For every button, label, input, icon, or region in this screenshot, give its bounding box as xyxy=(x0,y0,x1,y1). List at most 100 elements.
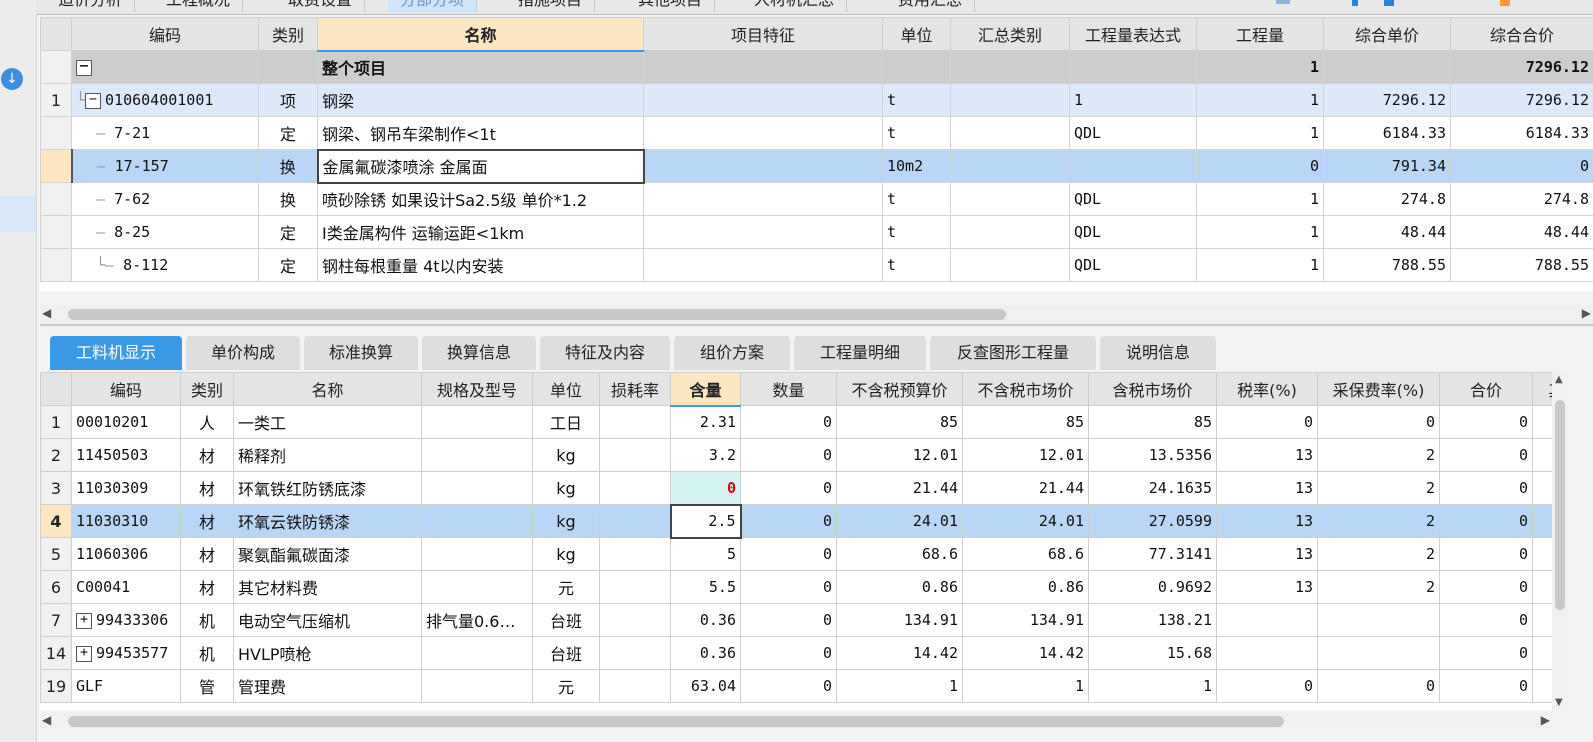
loss-rate-cell[interactable] xyxy=(599,537,671,571)
unit-cell[interactable]: kg xyxy=(532,504,600,538)
summary-cell[interactable] xyxy=(950,248,1070,282)
content-cell[interactable]: 0.36 xyxy=(670,603,741,637)
code-cell[interactable]: 11450503 xyxy=(71,438,181,472)
quantity-cell[interactable]: 0 xyxy=(740,537,837,571)
price-cell[interactable]: 791.34 xyxy=(1323,149,1451,183)
header-name[interactable]: 名称 xyxy=(233,372,422,406)
price-cell[interactable]: 274.8 xyxy=(1323,182,1451,216)
table-row[interactable]: 19 GLF 管管理费元 63.04 0 1 1 1 0 0 0 xyxy=(40,669,1552,703)
header-extra[interactable]: 其 xyxy=(1532,372,1552,406)
name-cell[interactable]: HVLP喷枪 xyxy=(233,636,422,670)
flag-icon[interactable] xyxy=(1500,0,1510,6)
type-cell[interactable]: 材 xyxy=(180,537,234,571)
expr-cell[interactable]: QDL xyxy=(1069,248,1197,282)
loss-rate-cell[interactable] xyxy=(599,669,671,703)
loss-rate-cell[interactable] xyxy=(599,405,671,439)
price-cell[interactable] xyxy=(1323,50,1451,84)
type-cell[interactable]: 项 xyxy=(258,83,318,117)
table-row[interactable]: 7 +99433306 机电动空气压缩机 排气量0.6… 台班 0.36 0 134.91 13… xyxy=(40,603,1552,637)
market-price-tax-cell[interactable]: 13.5356 xyxy=(1088,438,1217,472)
tax-rate-cell[interactable]: 0 xyxy=(1216,405,1318,439)
summary-cell[interactable] xyxy=(950,149,1070,183)
list-icon[interactable] xyxy=(1276,0,1290,4)
budget-price-cell[interactable]: 1 xyxy=(836,669,963,703)
code-cell[interactable]: — 7-62 xyxy=(71,182,259,216)
price-cell[interactable]: 788.55 xyxy=(1323,248,1451,282)
table-row[interactable]: 5 11060306 材聚氨酯氟碳面漆 kg 5 0 68.6 68.6 77.3141 13 2 0 xyxy=(40,537,1552,571)
subtotal-cell[interactable]: 0 xyxy=(1439,438,1533,472)
budget-price-cell[interactable]: 24.01 xyxy=(836,504,963,538)
unit-cell[interactable]: t xyxy=(882,248,951,282)
scroll-left-icon[interactable]: ◀ xyxy=(42,306,51,320)
code-cell[interactable]: — 8-25 xyxy=(71,215,259,249)
price-cell[interactable]: 48.44 xyxy=(1323,215,1451,249)
subtotal-cell[interactable]: 0 xyxy=(1439,669,1533,703)
type-cell[interactable]: 换 xyxy=(258,182,318,216)
loss-rate-cell[interactable] xyxy=(599,438,671,472)
table-row[interactable]: — 7-62 换 喷砂除锈 如果设计Sa2.5级 单价*1.2 t QDL 1 … xyxy=(40,182,1593,216)
tab-unit-price-composition[interactable]: 单价构成 xyxy=(186,336,300,370)
procurement-rate-cell[interactable]: 2 xyxy=(1317,570,1440,604)
tab-cost-analysis[interactable]: 造价分析 xyxy=(46,0,136,12)
subtotal-cell[interactable]: 0 xyxy=(1439,405,1533,439)
unit-cell[interactable] xyxy=(882,50,951,84)
type-cell[interactable] xyxy=(258,50,318,84)
budget-price-cell[interactable]: 0.86 xyxy=(836,570,963,604)
name-cell[interactable]: 聚氨酯氟碳面漆 xyxy=(233,537,422,571)
spec-cell[interactable] xyxy=(421,438,533,472)
content-cell[interactable]: 2.5 xyxy=(669,503,742,539)
scroll-left-icon[interactable]: ◀ xyxy=(42,713,51,727)
code-cell[interactable]: GLF xyxy=(71,669,181,703)
header-type[interactable]: 类别 xyxy=(258,17,318,51)
qty-cell[interactable]: 1 xyxy=(1196,50,1324,84)
table-row[interactable]: 6 C00041 材其它材料费元 5.5 0 0.86 0.86 0.9692 13 2 0 xyxy=(40,570,1552,604)
market-price-cell[interactable]: 21.44 xyxy=(962,471,1089,505)
quantity-cell[interactable]: 0 xyxy=(740,603,837,637)
header-unit-price[interactable]: 综合单价 xyxy=(1323,17,1451,51)
market-price-cell[interactable]: 68.6 xyxy=(962,537,1089,571)
header-type[interactable]: 类别 xyxy=(180,372,234,406)
total-cell[interactable]: 7296.12 xyxy=(1450,83,1593,117)
spec-cell[interactable] xyxy=(421,570,533,604)
content-cell[interactable]: 0 xyxy=(670,471,741,505)
header-tax-rate[interactable]: 税率(%) xyxy=(1216,372,1318,406)
unit-cell[interactable]: 工日 xyxy=(532,405,600,439)
unit-cell[interactable]: t xyxy=(882,215,951,249)
name-cell[interactable]: 钢梁、钢吊车梁制作<1t xyxy=(317,116,644,150)
code-cell[interactable]: 11030309 xyxy=(71,471,181,505)
tab-project-overview[interactable]: 工程概况 xyxy=(154,0,244,12)
procurement-rate-cell[interactable]: 2 xyxy=(1317,471,1440,505)
tax-rate-cell[interactable]: 13 xyxy=(1216,504,1318,538)
lower-horizontal-scrollbar[interactable]: ◀ ▶ xyxy=(40,712,1552,730)
content-cell[interactable]: 2.31 xyxy=(670,405,741,439)
name-cell[interactable]: 电动空气压缩机 xyxy=(233,603,422,637)
market-price-cell[interactable]: 85 xyxy=(962,405,1089,439)
extra-cell[interactable] xyxy=(1532,669,1552,703)
unit-cell[interactable]: t xyxy=(882,116,951,150)
tax-rate-cell[interactable]: 13 xyxy=(1216,570,1318,604)
tab-cost-summary[interactable]: 费用汇总 xyxy=(886,0,976,12)
content-cell[interactable]: 63.04 xyxy=(670,669,741,703)
header-qty-expr[interactable]: 工程量表达式 xyxy=(1069,17,1197,51)
type-cell[interactable]: 材 xyxy=(180,570,234,604)
market-price-tax-cell[interactable]: 15.68 xyxy=(1088,636,1217,670)
market-price-tax-cell[interactable]: 1 xyxy=(1088,669,1217,703)
extra-cell[interactable] xyxy=(1532,636,1552,670)
quantity-cell[interactable]: 0 xyxy=(740,405,837,439)
budget-price-cell[interactable]: 134.91 xyxy=(836,603,963,637)
header-code[interactable]: 编码 xyxy=(71,372,181,406)
name-cell[interactable]: 喷砂除锈 如果设计Sa2.5级 单价*1.2 xyxy=(317,182,644,216)
spec-cell[interactable] xyxy=(421,471,533,505)
total-cell[interactable]: 788.55 xyxy=(1450,248,1593,282)
tab-other-items[interactable]: 其他项目 xyxy=(626,0,716,12)
feature-cell[interactable] xyxy=(643,116,883,150)
feature-cell[interactable] xyxy=(643,50,883,84)
summary-cell[interactable] xyxy=(950,215,1070,249)
table-row[interactable]: — 7-21 定 钢梁、钢吊车梁制作<1t t QDL 1 6184.33 61… xyxy=(40,116,1593,150)
expand-icon[interactable]: + xyxy=(76,645,92,662)
tab-features-content[interactable]: 特征及内容 xyxy=(540,336,670,370)
qty-cell[interactable]: 1 xyxy=(1196,116,1324,150)
qty-cell[interactable]: 1 xyxy=(1196,83,1324,117)
content-cell[interactable]: 5.5 xyxy=(670,570,741,604)
tab-fee-settings[interactable]: 取费设置 xyxy=(276,0,366,12)
